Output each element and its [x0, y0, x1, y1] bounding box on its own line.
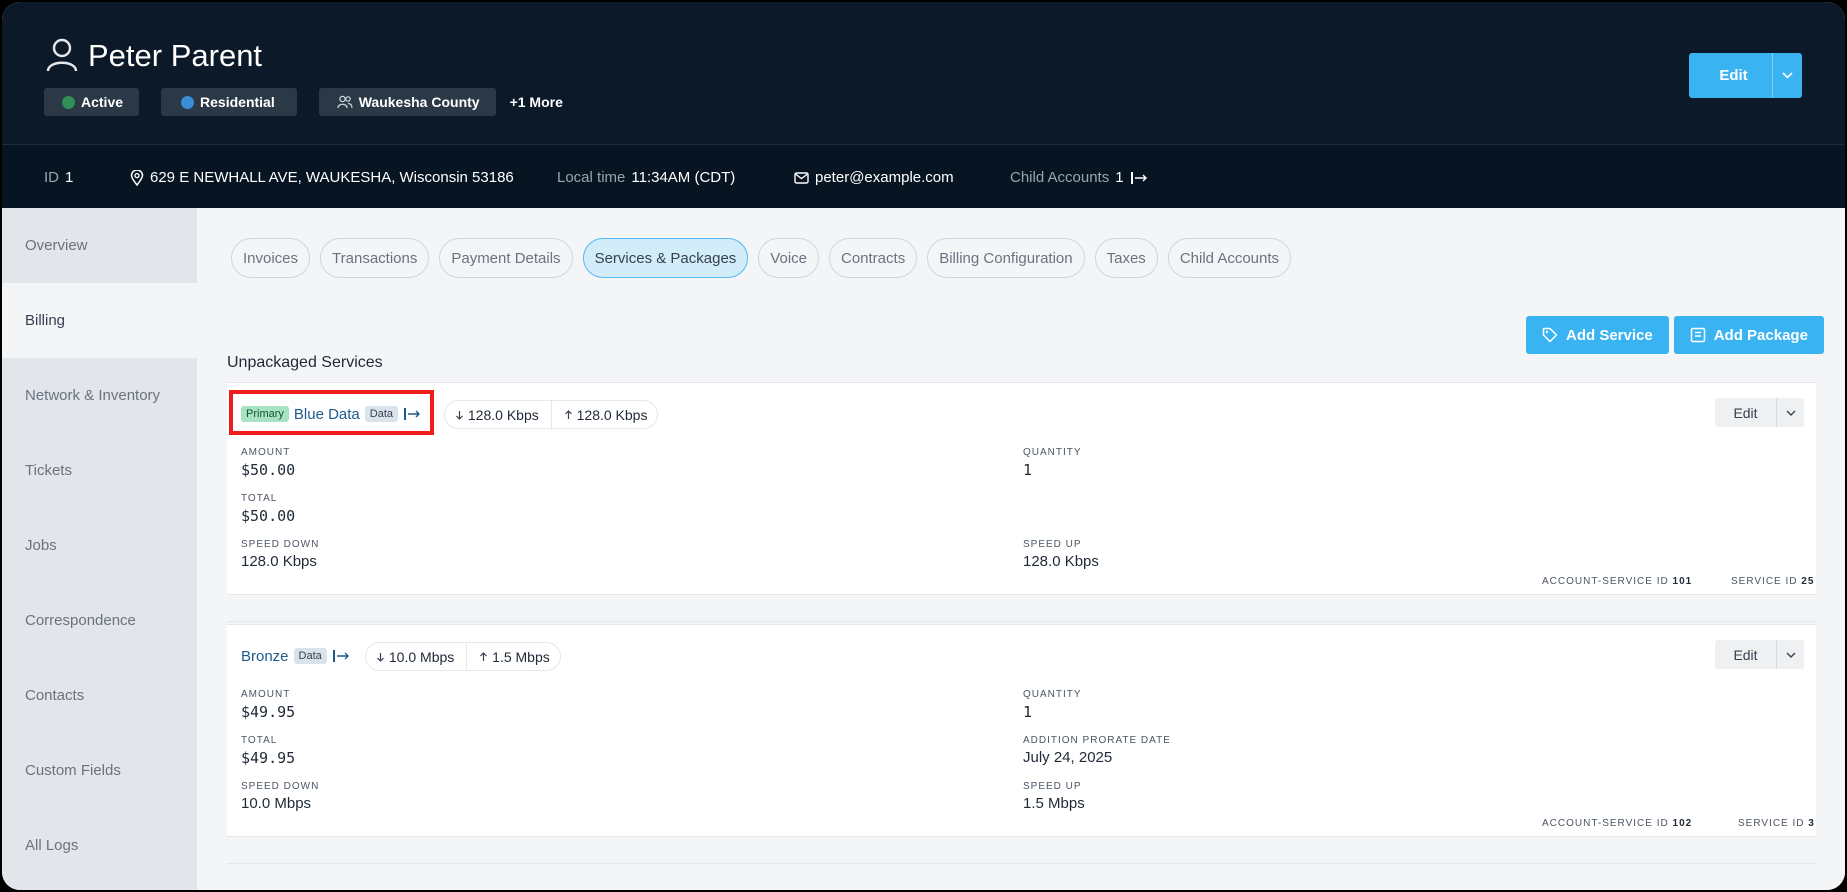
chevron-down-icon	[1782, 72, 1793, 79]
arrow-up-icon	[564, 409, 572, 419]
account-address: 629 E NEWHALL AVE, WAUKESHA, Wisconsin 5…	[130, 169, 514, 186]
users-icon	[337, 95, 353, 109]
arrow-down-icon	[456, 410, 463, 420]
amount-field: AMOUNT $50.00	[241, 447, 296, 479]
mail-icon	[794, 171, 809, 184]
app-window: Peter Parent Active Residential Waukesha…	[2, 2, 1845, 890]
status-badge-county: Waukesha County	[318, 88, 496, 116]
speed-down-field: SPEED DOWN 128.0 Kbps	[241, 539, 320, 570]
billing-tabs: Invoices Transactions Payment Details Se…	[231, 238, 1292, 278]
account-local-time: Local time 11:34AM (CDT)	[557, 169, 736, 186]
arrow-right-to-bar-icon[interactable]	[403, 407, 421, 421]
service-card-footer	[227, 594, 1816, 622]
service-id: SERVICE ID 25	[1731, 576, 1815, 587]
tab-invoices[interactable]: Invoices	[231, 238, 311, 278]
service-type-tag: Data	[364, 406, 399, 422]
service-title: Bronze Data	[241, 641, 350, 671]
speed-down: 128.0 Kbps	[455, 407, 539, 423]
service-card-footer	[227, 836, 1816, 864]
quantity-field: QUANTITY 1	[1023, 447, 1082, 479]
sidebar-item-tickets[interactable]: Tickets	[2, 433, 197, 508]
service-name-link[interactable]: Blue Data	[294, 406, 360, 423]
speed-pill: 128.0 Kbps 128.0 Kbps	[444, 400, 659, 429]
sidebar-item-contacts[interactable]: Contacts	[2, 658, 197, 733]
total-field: TOTAL $50.00	[241, 493, 296, 525]
service-actions: Add Service Add Package	[1526, 316, 1824, 354]
unpackaged-services-title: Unpackaged Services	[227, 354, 383, 371]
service-type-tag: Data	[293, 648, 327, 664]
account-child-accounts[interactable]: Child Accounts 1	[1010, 169, 1148, 186]
tab-billing-configuration[interactable]: Billing Configuration	[927, 238, 1085, 278]
amount-field: AMOUNT $49.95	[241, 689, 296, 721]
account-id: ID 1	[44, 169, 74, 186]
user-icon	[46, 38, 78, 72]
account-sidebar: Overview Billing Network & Inventory Tic…	[2, 208, 197, 890]
account-edit-menu-button[interactable]	[1772, 53, 1802, 98]
tab-taxes[interactable]: Taxes	[1094, 238, 1158, 278]
service-edit-menu-button[interactable]	[1776, 398, 1804, 427]
status-badges: Active Residential Waukesha County +1 Mo…	[44, 88, 563, 116]
add-package-button[interactable]: Add Package	[1673, 316, 1824, 354]
sidebar-item-overview[interactable]: Overview	[2, 208, 197, 283]
primary-tag: Primary	[241, 406, 289, 422]
sidebar-item-billing[interactable]: Billing	[2, 283, 197, 358]
speed-down-field: SPEED DOWN 10.0 Mbps	[241, 781, 320, 812]
service-edit-button-group: Edit	[1715, 640, 1804, 669]
account-edit-button-group: Edit	[1689, 53, 1802, 98]
account-edit-button[interactable]: Edit	[1689, 53, 1772, 98]
account-email[interactable]: peter@example.com	[794, 169, 954, 186]
speed-up-field: SPEED UP 128.0 Kbps	[1023, 539, 1099, 570]
account-name: Peter Parent	[88, 38, 263, 73]
speed-up: 128.0 Kbps	[564, 407, 647, 423]
tab-payment-details[interactable]: Payment Details	[439, 238, 573, 278]
chevron-down-icon	[1786, 652, 1795, 658]
chevron-down-icon	[1786, 410, 1795, 416]
speed-down: 10.0 Mbps	[376, 649, 454, 665]
service-edit-button[interactable]: Edit	[1715, 405, 1776, 421]
service-edit-menu-button[interactable]	[1776, 640, 1804, 669]
sidebar-item-jobs[interactable]: Jobs	[2, 508, 197, 583]
tab-contracts[interactable]: Contracts	[829, 238, 918, 278]
sidebar-item-custom-fields[interactable]: Custom Fields	[2, 733, 197, 808]
tab-transactions[interactable]: Transactions	[320, 238, 430, 278]
service-card: Primary Blue Data Data 128.0 Kbps 128.0 …	[227, 382, 1816, 594]
sidebar-item-network-inventory[interactable]: Network & Inventory	[2, 358, 197, 433]
residential-dot-icon	[181, 95, 195, 109]
arrow-down-icon	[377, 652, 384, 662]
service-name-link[interactable]: Bronze	[241, 648, 289, 665]
prorate-date-field: ADDITION PRORATE DATE July 24, 2025	[1023, 735, 1171, 766]
status-badge-residential: Residential	[161, 88, 297, 116]
more-badges-link[interactable]: +1 More	[510, 94, 563, 110]
sidebar-item-all-logs[interactable]: All Logs	[2, 808, 197, 883]
account-service-id: ACCOUNT-SERVICE ID 101	[1542, 576, 1693, 587]
account-header: Peter Parent Active Residential Waukesha…	[2, 2, 1845, 144]
active-dot-icon	[62, 95, 75, 109]
speed-pill: 10.0 Mbps 1.5 Mbps	[365, 642, 561, 671]
service-edit-button[interactable]: Edit	[1715, 647, 1776, 663]
speed-up-field: SPEED UP 1.5 Mbps	[1023, 781, 1085, 812]
service-card: Bronze Data 10.0 Mbps 1.5 Mbps Edit AMOU…	[227, 624, 1816, 836]
tab-voice[interactable]: Voice	[758, 238, 819, 278]
tab-services-packages[interactable]: Services & Packages	[582, 238, 749, 278]
speed-up: 1.5 Mbps	[479, 649, 550, 665]
add-service-button[interactable]: Add Service	[1526, 316, 1669, 354]
service-edit-button-group: Edit	[1715, 398, 1804, 427]
total-field: TOTAL $49.95	[241, 735, 296, 767]
arrow-right-to-bar-icon	[1130, 171, 1147, 184]
arrow-up-icon	[480, 651, 488, 661]
arrow-right-to-bar-icon[interactable]	[332, 649, 350, 663]
account-info-bar: ID 1 629 E NEWHALL AVE, WAUKESHA, Wiscon…	[2, 144, 1845, 208]
map-pin-icon	[130, 169, 144, 186]
tab-child-accounts[interactable]: Child Accounts	[1167, 238, 1292, 278]
package-icon	[1690, 327, 1705, 343]
account-service-id: ACCOUNT-SERVICE ID 102	[1542, 818, 1693, 829]
status-badge-active: Active	[44, 88, 140, 116]
tag-icon	[1542, 327, 1558, 343]
service-title: Primary Blue Data Data	[241, 399, 421, 429]
quantity-field: QUANTITY 1	[1023, 689, 1082, 721]
service-id: SERVICE ID 3	[1738, 818, 1815, 829]
billing-content: Invoices Transactions Payment Details Se…	[197, 208, 1845, 890]
sidebar-item-correspondence[interactable]: Correspondence	[2, 583, 197, 658]
